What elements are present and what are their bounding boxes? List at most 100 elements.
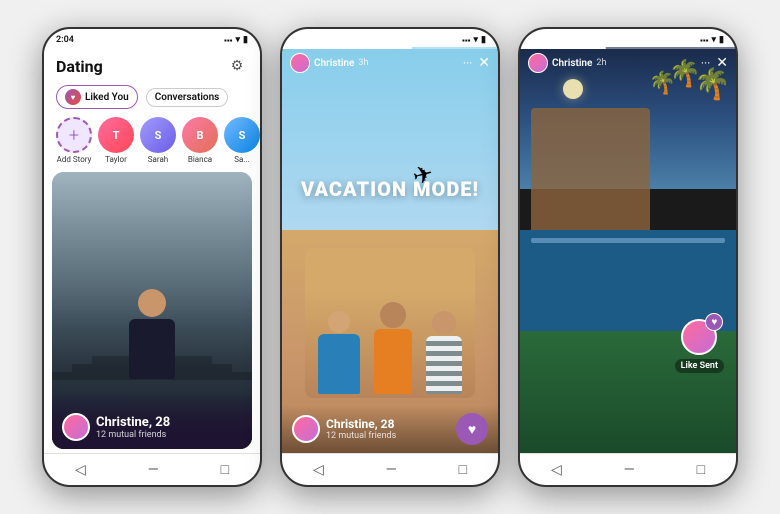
- bianca-avatar[interactable]: B: [182, 117, 218, 153]
- phone-3: ▪▪▪ ▾ ▮ 🌴 🌴 🌴: [518, 27, 738, 487]
- close-button[interactable]: ✕: [478, 55, 490, 71]
- taylor-label: Taylor: [105, 155, 127, 164]
- story-screen: Christine 3h ··· ✕ VACATION MODE! ✈: [282, 47, 498, 453]
- people-group: [292, 238, 488, 398]
- story-mini-avatar-3: [528, 53, 548, 73]
- sa-avatar[interactable]: S: [224, 117, 260, 153]
- story-user-info: Christine 3h: [290, 53, 368, 73]
- screen-3: 🌴 🌴 🌴 Christine 2h ··· ✕: [520, 47, 736, 453]
- time-1: 2:04: [56, 35, 74, 45]
- more-icon[interactable]: ···: [463, 56, 472, 70]
- recent-button-2[interactable]: □: [459, 461, 467, 478]
- card-background: Christine, 28 12 mutual friends: [52, 172, 252, 449]
- stories-row: Add Story T Taylor S Sarah B Bianca S Sa…: [44, 113, 260, 168]
- nav-bar-2: ◁ — □: [282, 453, 498, 485]
- back-button-2[interactable]: ◁: [313, 462, 324, 478]
- add-story-item[interactable]: Add Story: [56, 117, 92, 164]
- wifi-icon-3: ▾: [712, 35, 717, 45]
- card-mini-avatar: [62, 413, 90, 441]
- recent-button[interactable]: □: [221, 461, 229, 478]
- story-item-taylor[interactable]: T Taylor: [98, 117, 134, 164]
- status-icons-2: ▪▪▪ ▾ ▮: [462, 35, 486, 45]
- story-item-bianca[interactable]: B Bianca: [182, 117, 218, 164]
- close-button-3[interactable]: ✕: [716, 55, 728, 71]
- story-card-name: Christine, 28: [326, 417, 396, 431]
- back-button-3[interactable]: ◁: [551, 462, 562, 478]
- sarah-label: Sarah: [148, 155, 168, 164]
- signal-icon-3: ▪▪▪: [700, 36, 709, 45]
- person-1: [318, 311, 360, 394]
- signal-icon-2: ▪▪▪: [462, 36, 471, 45]
- like-sent-avatar-wrap: ♥: [681, 319, 717, 355]
- story-bottom-left: Christine, 28 12 mutual friends: [292, 415, 396, 443]
- settings-button[interactable]: ⚙: [226, 55, 248, 77]
- card-name: Christine, 28: [96, 415, 170, 430]
- story-bottom-info: Christine, 28 12 mutual friends ♥: [282, 405, 498, 453]
- home-button-2[interactable]: —: [386, 462, 397, 478]
- story-top-bar-3: Christine 2h ··· ✕: [520, 47, 736, 79]
- phone-2: ▪▪▪ ▾ ▮ Christine 3h: [280, 27, 500, 487]
- battery-icon-2: ▮: [481, 35, 486, 45]
- story-card-mutual: 12 mutual friends: [326, 431, 396, 441]
- battery-icon-3: ▮: [719, 35, 724, 45]
- story-actions-3: ··· ✕: [701, 55, 728, 71]
- group-photo: [305, 248, 475, 398]
- story-item-sarah[interactable]: S Sarah: [140, 117, 176, 164]
- status-icons-1: ▪▪▪ ▾ ▮: [224, 35, 248, 45]
- taylor-avatar[interactable]: T: [98, 117, 134, 153]
- status-bar-1: 2:04 ▪▪▪ ▾ ▮: [44, 29, 260, 47]
- person-2: [374, 302, 412, 394]
- like-sent-heart-icon: ♥: [705, 313, 723, 331]
- building: [531, 108, 650, 230]
- back-button[interactable]: ◁: [75, 462, 86, 478]
- liked-avatar: ♥: [65, 89, 81, 105]
- story-mini-avatar: [290, 53, 310, 73]
- add-story-avatar[interactable]: [56, 117, 92, 153]
- wifi-icon-2: ▾: [474, 35, 479, 45]
- person-figure: [117, 289, 187, 399]
- home-button-3[interactable]: —: [624, 462, 635, 478]
- home-button[interactable]: —: [148, 462, 159, 478]
- card-info: Christine, 28 12 mutual friends: [52, 393, 252, 449]
- signal-icon: ▪▪▪: [224, 36, 233, 45]
- liked-you-tab[interactable]: ♥ Liked You: [56, 85, 138, 109]
- status-icons-3: ▪▪▪ ▾ ▮: [700, 35, 724, 45]
- screen-2: Christine 3h ··· ✕ VACATION MODE! ✈: [282, 47, 498, 453]
- story-username: Christine: [314, 58, 354, 69]
- sa-label: Sa...: [234, 155, 249, 164]
- nav-bar-1: ◁ — □: [44, 453, 260, 485]
- story-top-bar: Christine 3h ··· ✕: [282, 47, 498, 79]
- story-user-info-3: Christine 2h: [528, 53, 606, 73]
- nav-bar-3: ◁ — □: [520, 453, 736, 485]
- like-button[interactable]: ♥: [456, 413, 488, 445]
- person-3: [426, 311, 462, 394]
- profile-card[interactable]: Christine, 28 12 mutual friends: [52, 172, 252, 449]
- like-sent-label: Like Sent: [675, 359, 724, 373]
- liked-label: Liked You: [85, 92, 129, 103]
- resort-screen: 🌴 🌴 🌴 Christine 2h ··· ✕: [520, 47, 736, 453]
- more-icon-3[interactable]: ···: [701, 56, 710, 70]
- resort-pool: [520, 230, 736, 332]
- status-bar-3: ▪▪▪ ▾ ▮: [520, 29, 736, 47]
- sarah-avatar[interactable]: S: [140, 117, 176, 153]
- pool-reflection: [531, 238, 725, 243]
- like-sent-bubble: ♥ Like Sent: [675, 319, 724, 373]
- story-time-3: 2h: [596, 58, 606, 68]
- card-mutual: 12 mutual friends: [96, 430, 170, 440]
- story-item-sa[interactable]: S Sa...: [224, 117, 260, 164]
- bianca-label: Bianca: [188, 155, 212, 164]
- wifi-icon: ▾: [236, 35, 241, 45]
- recent-button-3[interactable]: □: [697, 461, 705, 478]
- status-bar-2: ▪▪▪ ▾ ▮: [282, 29, 498, 47]
- phone-1: 2:04 ▪▪▪ ▾ ▮ Dating ⚙ ♥ Liked You Conver…: [42, 27, 262, 487]
- battery-icon: ▮: [243, 35, 248, 45]
- tab-row: ♥ Liked You Conversations: [44, 81, 260, 113]
- add-story-label: Add Story: [57, 155, 92, 164]
- story-username-3: Christine: [552, 58, 592, 69]
- vacation-text: VACATION MODE!: [301, 177, 479, 201]
- header-1: Dating ⚙: [44, 47, 260, 81]
- conversations-tab[interactable]: Conversations: [146, 88, 229, 107]
- story-bottom-avatar: [292, 415, 320, 443]
- story-time: 3h: [358, 58, 368, 68]
- screen-1: Dating ⚙ ♥ Liked You Conversations Add S…: [44, 47, 260, 453]
